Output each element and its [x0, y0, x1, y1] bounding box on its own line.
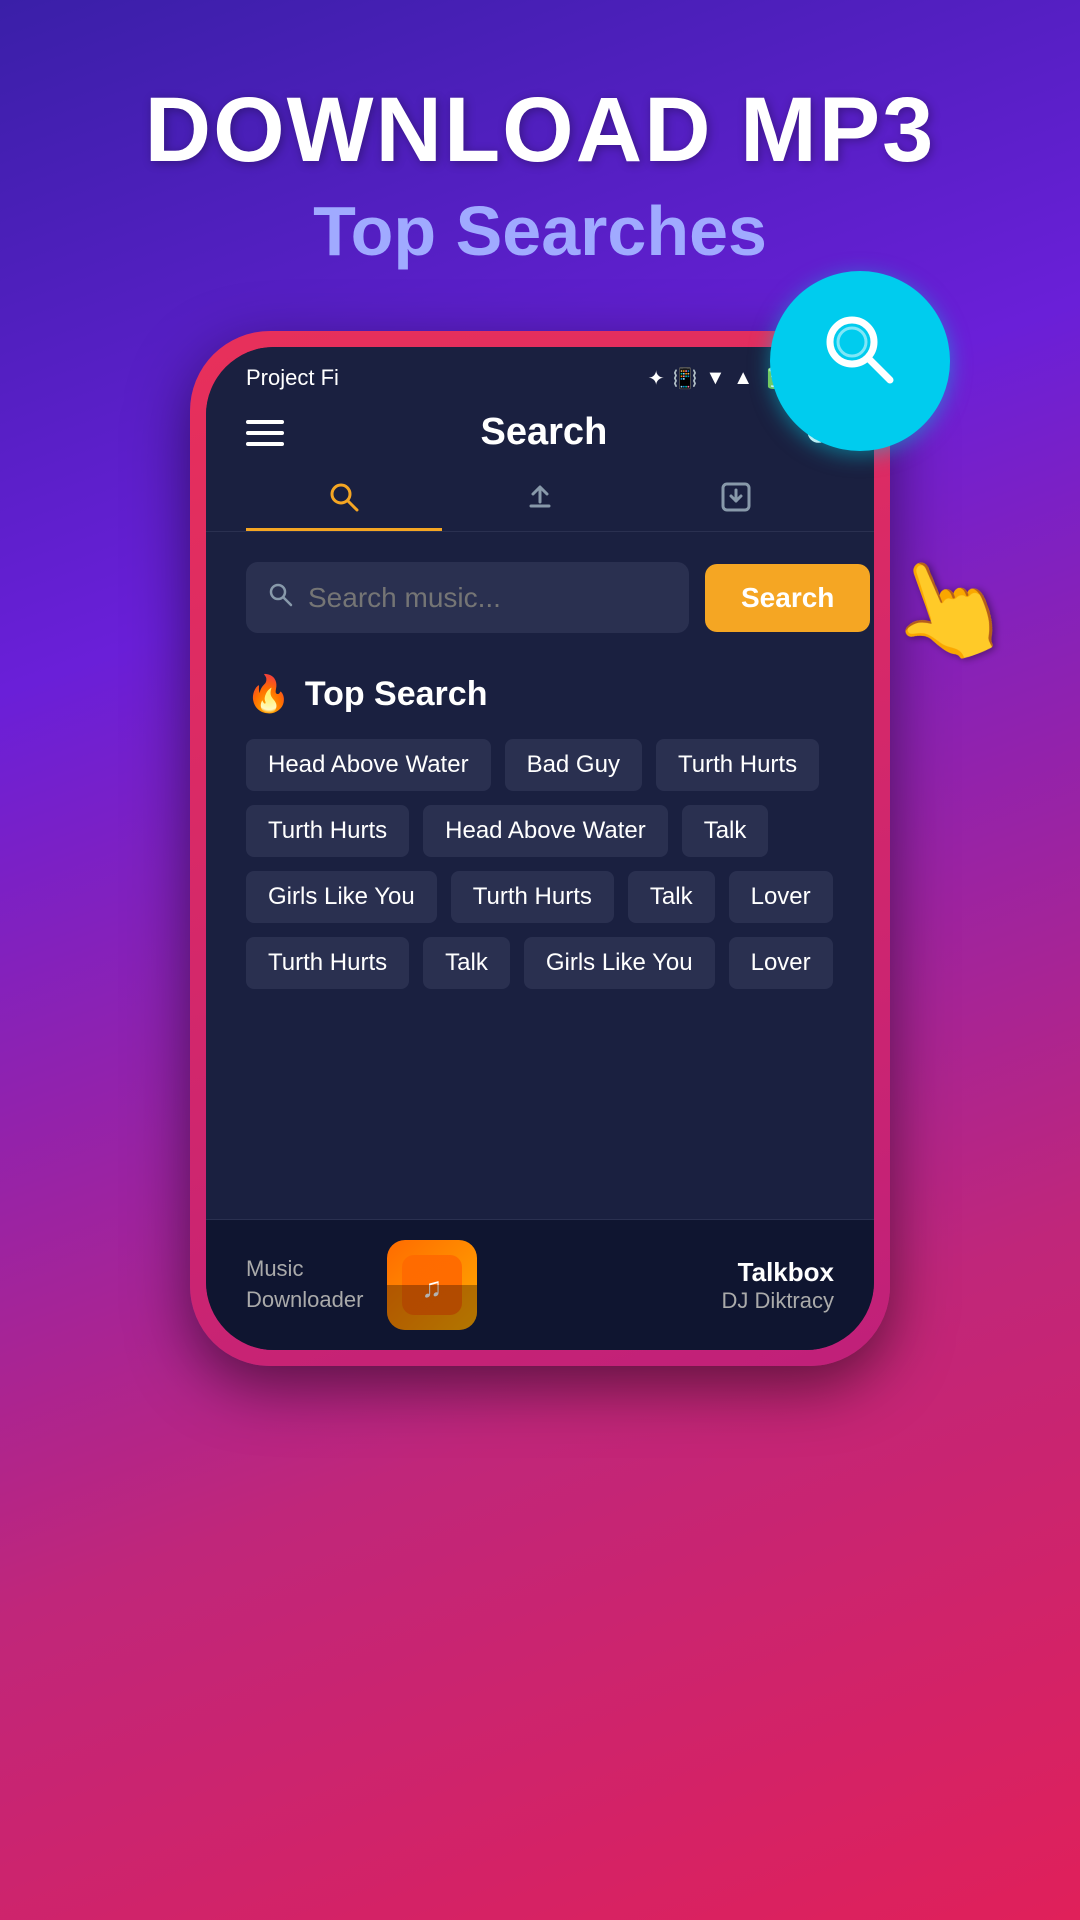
- search-tag[interactable]: Talk: [682, 805, 769, 857]
- top-search-section: 🔥 Top Search Head Above Water Bad Guy Turt…: [206, 653, 874, 1019]
- search-tag[interactable]: Turth Hurts: [246, 805, 409, 857]
- tab-download[interactable]: [638, 464, 834, 531]
- tab-search[interactable]: [246, 464, 442, 531]
- search-tag[interactable]: Lover: [729, 871, 833, 923]
- wifi-icon: ▼: [705, 367, 725, 390]
- bluetooth-icon: ✦: [648, 366, 665, 391]
- search-tag[interactable]: Girls Like You: [246, 871, 437, 923]
- search-tag[interactable]: Bad Guy: [505, 739, 642, 791]
- phone-inner: Project Fi ✦ 📳 ▼ ▲ 🔋 59% Search: [206, 347, 874, 1350]
- bottom-app-icon[interactable]: ♫: [387, 1240, 477, 1330]
- hamburger-menu-button[interactable]: [246, 420, 284, 446]
- hand-cursor-decoration: 👆: [869, 533, 1026, 686]
- page-header: DOWNLOAD MP3 Top Searches: [0, 0, 1080, 301]
- search-input-icon: [266, 580, 294, 615]
- bottom-right-subtitle: DJ Diktracy: [501, 1288, 834, 1314]
- search-area: Search: [206, 532, 874, 653]
- search-tag[interactable]: Head Above Water: [246, 739, 491, 791]
- search-button[interactable]: Search: [705, 564, 870, 632]
- search-bar: Search: [246, 562, 834, 633]
- hamburger-line-1: [246, 420, 284, 424]
- signal-icon: ▲: [733, 367, 753, 390]
- hamburger-line-2: [246, 431, 284, 435]
- bottom-app-name-text: Music Downloader: [246, 1254, 363, 1316]
- content-area: [206, 1019, 874, 1219]
- app-title: Search: [481, 411, 608, 454]
- svg-text:♫: ♫: [422, 1272, 443, 1303]
- main-title: DOWNLOAD MP3: [60, 80, 1020, 181]
- search-tag[interactable]: Head Above Water: [423, 805, 668, 857]
- tab-upload[interactable]: [442, 464, 638, 531]
- top-search-label: Top Search: [305, 675, 488, 714]
- bottom-bar: Music Downloader ♫: [206, 1219, 874, 1350]
- vibrate-icon: 📳: [673, 366, 698, 391]
- search-input[interactable]: [308, 582, 669, 614]
- search-input-wrap: [246, 562, 689, 633]
- phone-outer: Project Fi ✦ 📳 ▼ ▲ 🔋 59% Search: [190, 331, 890, 1366]
- bottom-right-title: Talkbox: [501, 1257, 834, 1288]
- search-tag[interactable]: Talk: [423, 937, 510, 989]
- sub-title: Top Searches: [60, 191, 1020, 271]
- bottom-right-info: Talkbox DJ Diktracy: [501, 1257, 834, 1314]
- search-tag[interactable]: Lover: [729, 937, 833, 989]
- fire-icon: 🔥: [246, 673, 291, 715]
- phone-container: 👆 Project Fi ✦ 📳 ▼ ▲ 🔋 59%: [190, 331, 890, 1366]
- tags-container: Head Above Water Bad Guy Turth Hurts Turth …: [246, 739, 834, 989]
- app-header: Search ↺: [206, 401, 874, 454]
- search-circle-icon: [815, 305, 905, 417]
- hamburger-line-3: [246, 442, 284, 446]
- search-tag[interactable]: Girls Like You: [524, 937, 715, 989]
- top-search-header: 🔥 Top Search: [246, 673, 834, 715]
- search-tag[interactable]: Talk: [628, 871, 715, 923]
- search-circle-decoration: [770, 271, 950, 451]
- carrier-text: Project Fi: [246, 365, 339, 391]
- search-tag[interactable]: Turth Hurts: [451, 871, 614, 923]
- bottom-app-name-line2: Downloader: [246, 1287, 363, 1312]
- tabs-bar: [206, 454, 874, 531]
- bottom-app-name-line1: Music: [246, 1256, 303, 1281]
- search-tag[interactable]: Turth Hurts: [656, 739, 819, 791]
- search-tag[interactable]: Turth Hurts: [246, 937, 409, 989]
